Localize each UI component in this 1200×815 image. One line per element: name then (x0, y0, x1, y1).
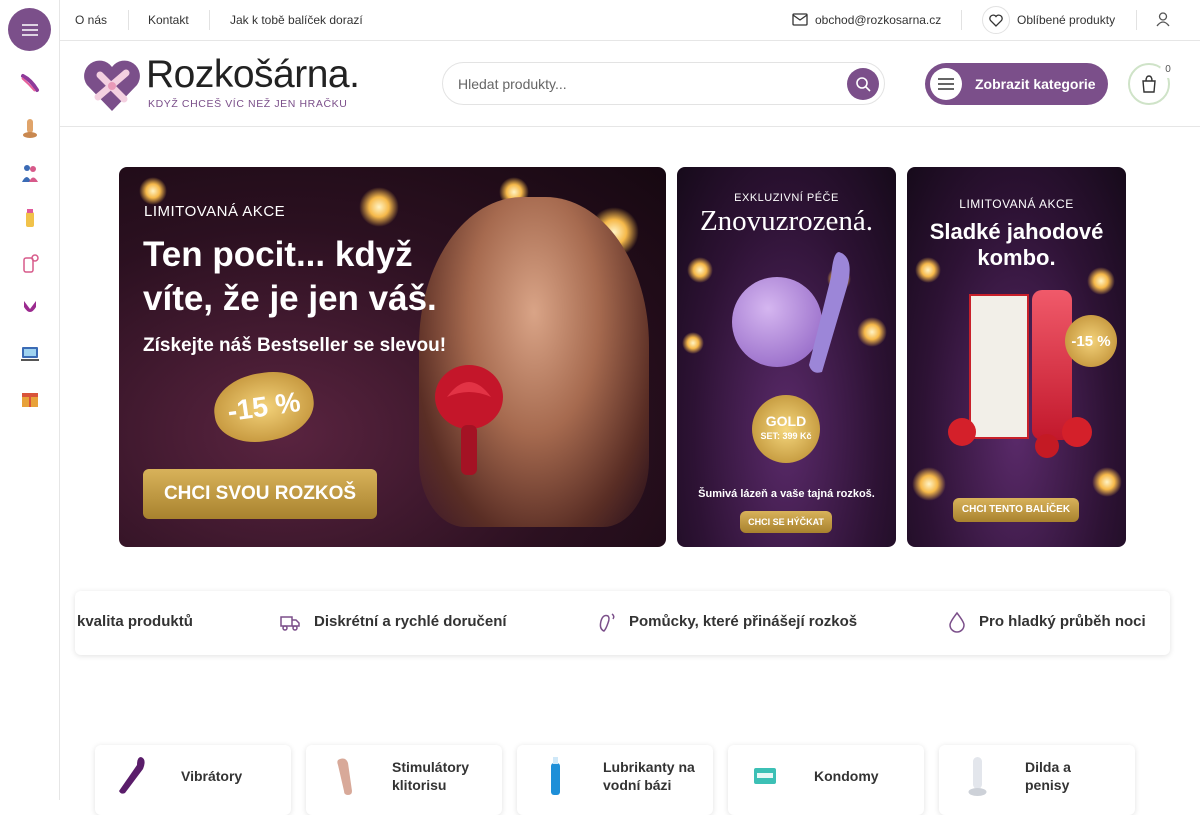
lubricant-bottle-image (551, 757, 560, 795)
vibrator-image (809, 252, 850, 373)
banner-headline-line2: kombo. (977, 245, 1056, 270)
logo[interactable]: Rozkošárna. KDYŽ CHCEŠ VÍC NEŽ JEN HRAČK… (82, 53, 412, 115)
category-name-line1: Lubrikanty na (603, 759, 695, 775)
search-bar (442, 62, 885, 105)
category-card-clitoral-stimulators[interactable]: Stimulátory klitorisu (306, 745, 502, 815)
hamburger-icon (930, 68, 962, 100)
cta-button[interactable]: CHCI TENTO BALÍČEK (953, 498, 1079, 522)
top-bar: O nás Kontakt Jak k tobě balíček dorazí … (60, 0, 1200, 41)
badge-price-text: SET: 399 Kč (760, 431, 812, 441)
discount-text: -15 % (225, 386, 303, 427)
search-button[interactable] (847, 68, 879, 100)
cart-count-badge: 0 (1160, 62, 1176, 78)
badge-gold-text: GOLD (765, 413, 807, 429)
features-strip: kvalita produktů Diskrétní a rychlé doru… (75, 591, 1170, 655)
logo-tagline: KDYŽ CHCEŠ VÍC NEŽ JEN HRAČKU (148, 98, 348, 110)
feature-delivery: Diskrétní a rychlé doručení (314, 613, 507, 630)
logo-name: Rozkošárna. (146, 53, 360, 96)
discount-badge: -15 % (1065, 315, 1117, 367)
cta-button[interactable]: CHCI SE HÝČKAT (740, 511, 832, 533)
gift-icon[interactable] (17, 385, 43, 411)
category-name-line1: Stimulátory (392, 759, 470, 775)
banner-kicker: LIMITOVANÁ AKCE (144, 203, 286, 220)
shopping-bag-icon (1142, 75, 1156, 93)
category-name-line2: penisy (1025, 777, 1070, 793)
dildo-icon[interactable] (17, 115, 43, 141)
banner-headline-line1: Ten pocit... když (143, 235, 413, 274)
lingerie-icon[interactable] (17, 295, 43, 321)
gold-set-badge: GOLD SET: 399 Kč (752, 395, 820, 463)
mail-icon (792, 13, 808, 26)
category-name-line1: Dilda a (1025, 759, 1071, 775)
vibrator-image (119, 757, 145, 794)
cta-button[interactable]: CHCI SVOU ROZKOŠ (143, 469, 377, 519)
search-icon (855, 76, 871, 92)
rose-toy-image (435, 365, 503, 475)
promo-banner-bath[interactable]: EXKLUZIVNÍ PÉČE Znovuzrozená. GOLD SET: … (677, 167, 896, 547)
show-categories-button[interactable]: Zobrazit kategorie (925, 63, 1108, 105)
link-delivery[interactable]: Jak k tobě balíček dorazí (230, 13, 363, 27)
link-contact[interactable]: Kontakt (148, 13, 189, 27)
feature-quality: kvalita produktů (77, 613, 193, 630)
discount-text: -15 % (1071, 332, 1111, 350)
electro-icon[interactable] (17, 340, 43, 366)
category-name: Vibrátory (181, 768, 243, 784)
show-categories-label: Zobrazit kategorie (975, 76, 1096, 92)
condom-pack-image (754, 768, 776, 784)
banner-headline: Znovuzrozená. (699, 205, 874, 237)
strawberries-image (948, 417, 1092, 458)
banner-subtitle: Šumivá lázeň a vaše tajná rozkoš. (698, 488, 875, 500)
delivery-truck-icon (280, 616, 300, 631)
cosmetics-icon[interactable] (17, 250, 43, 276)
category-name: Kondomy (814, 768, 879, 784)
favorites-link[interactable]: Oblíbené produkty (1017, 13, 1115, 27)
vibrator-icon[interactable] (17, 70, 43, 96)
category-name-line2: klitorisu (392, 777, 447, 793)
banner-headline-line2: víte, že je jen váš. (143, 279, 437, 318)
banner-subtitle: Získejte náš Bestseller se slevou! (143, 335, 447, 356)
divider (1136, 10, 1137, 30)
promo-banner-strawberry[interactable]: LIMITOVANÁ AKCE Sladké jahodové kombo. -… (907, 167, 1126, 547)
feature-toys: Pomůcky, které přinášejí rozkoš (629, 613, 858, 630)
discount-badge: -15 % (209, 366, 319, 448)
divider (128, 10, 129, 30)
category-name-line2: vodní bázi (603, 777, 672, 793)
category-card-condoms[interactable]: Kondomy (728, 745, 924, 815)
divider (209, 10, 210, 30)
divider (961, 10, 962, 30)
sidebar (0, 0, 60, 800)
favorites-icon[interactable] (982, 6, 1010, 34)
dildo-image (968, 757, 987, 796)
heart-logo-icon (84, 60, 140, 111)
banner-headline-line1: Sladké jahodové (929, 219, 1104, 244)
lubricant-icon[interactable] (17, 205, 43, 231)
user-icon[interactable] (1156, 12, 1170, 27)
category-card-water-lubricants[interactable]: Lubrikanty na vodní bázi (517, 745, 713, 815)
couple-icon[interactable] (17, 160, 43, 186)
promo-banner-main[interactable]: LIMITOVANÁ AKCE Ten pocit... když víte, … (119, 167, 666, 547)
menu-button[interactable] (8, 8, 51, 51)
toy-icon (599, 613, 615, 632)
category-card-vibrators[interactable]: Vibrátory (95, 745, 291, 815)
banner-kicker: EXKLUZIVNÍ PÉČE (734, 192, 839, 204)
header: Rozkošárna. KDYŽ CHCEŠ VÍC NEŽ JEN HRAČK… (60, 41, 1200, 127)
hamburger-icon (21, 23, 38, 36)
feature-smooth-night: Pro hladký průběh noci (979, 613, 1146, 630)
drop-icon (949, 611, 965, 633)
category-card-dildos[interactable]: Dilda a penisy (939, 745, 1135, 815)
link-about[interactable]: O nás (75, 13, 107, 27)
banner-kicker: LIMITOVANÁ AKCE (959, 197, 1074, 211)
search-input[interactable] (458, 74, 838, 94)
email-link[interactable]: obchod@rozkosarna.cz (815, 13, 941, 27)
stimulator-image (337, 758, 352, 795)
